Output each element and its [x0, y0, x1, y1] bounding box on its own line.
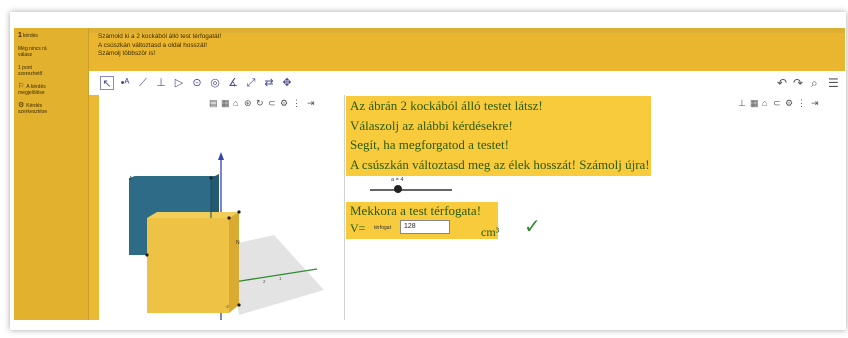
more-icon[interactable]: ⋮ [797, 98, 806, 108]
menu-icon[interactable]: ☰ [828, 76, 839, 90]
reflect-tool-icon[interactable]: ⤢ [244, 76, 258, 90]
instruction-line: Válaszolj az alábbi kérdésekre! [350, 117, 513, 133]
point-tool-icon[interactable]: •ᴬ [118, 76, 132, 90]
instruction-line: A csúszkán változtasd meg az élek hosszá… [350, 156, 650, 172]
home-icon[interactable]: ⌂ [762, 98, 767, 108]
cube-scene: J N 2 1 -2 [129, 152, 324, 320]
instruction-box: Az ábrán 2 kockából álló testet látsz! V… [346, 96, 651, 176]
z-axis-arrow [218, 152, 224, 160]
perpendicular-tool-icon[interactable]: ⊥ [154, 76, 168, 90]
yellow-cube-top [147, 212, 239, 218]
axes-icon[interactable]: ⊥ [738, 98, 746, 108]
question-text: Mekkora a test térfogata! [350, 203, 482, 218]
unit-label: cm³ [481, 225, 500, 239]
projection-icon[interactable]: ⊂ [773, 98, 781, 108]
sidebar-item-label: pont szerezhető [18, 65, 43, 77]
move-tool-icon[interactable]: ↖ [100, 76, 114, 90]
axis-tick-label: -2 [225, 304, 229, 309]
yellow-cube-side [229, 212, 239, 313]
vertex-point [227, 216, 231, 220]
sidebar-item-answer-status: Még nincs rá válasz [18, 46, 52, 58]
grid-icon[interactable]: ▦ [750, 98, 759, 108]
sidebar-item-flag[interactable]: ⚐ A kérdés megjelölése [18, 83, 58, 96]
point-label-n: N [236, 240, 240, 246]
side-gutter [89, 95, 99, 320]
question-box: Mekkora a test térfogata! V= térfogat 12… [346, 202, 498, 239]
search-icon[interactable]: ⌕ [811, 76, 818, 90]
undo-icon[interactable]: ↶ [777, 76, 787, 90]
volume-label: V= [350, 221, 366, 235]
vertex-point [237, 303, 241, 307]
slider-track[interactable] [370, 189, 452, 191]
sidebar-item-label: Még nincs rá válasz [18, 46, 47, 58]
sidebar-item-points: 1 pont szerezhető [18, 65, 52, 77]
graphics-3d-view[interactable]: ▤ ▦ ⌂ ⊛ ↻ ⊂ ⚙ ⋮ ⇥ J N 2 1 -2 [99, 95, 345, 320]
line-tool-icon[interactable]: ⟋ [136, 76, 150, 90]
task-line: A csúszkán változtasd a oldal hosszát! [98, 41, 208, 49]
vertex-point [145, 253, 149, 257]
vertex-point [237, 210, 241, 214]
instruction-line: Segít, ha megforgatod a testet! [350, 137, 509, 152]
checkmark-icon: ✓ [524, 216, 541, 238]
task-line: Számolj többször is! [98, 50, 156, 57]
polygon-tool-icon[interactable]: ▷ [172, 76, 186, 90]
slider-tool-icon[interactable]: ⇄ [262, 76, 276, 90]
question-sidebar: 1kérdés Még nincs rá válasz 1 pont szere… [14, 28, 89, 320]
sphere-tool-icon[interactable]: ◎ [208, 76, 222, 90]
angle-tool-icon[interactable]: ∡ [226, 76, 240, 90]
settings-icon[interactable]: ⚙ [785, 98, 793, 108]
question-number: 1 [18, 32, 22, 39]
sidebar-item-label: kérdés [22, 33, 38, 39]
algebra-view: Az ábrán 2 kockából álló testet látsz! V… [345, 95, 845, 320]
style-bar-toggle-icon[interactable]: ⇥ [811, 98, 819, 108]
move-view-tool-icon[interactable]: ✥ [280, 76, 294, 90]
volume-input[interactable]: 128 [400, 220, 450, 234]
circle-tool-icon[interactable]: ⊙ [190, 76, 204, 90]
geogebra-toolbar: ↖ •ᴬ ⟋ ⊥ ▷ ⊙ ◎ ∡ ⤢ ⇄ ✥ ↶ ↷ ⌕ ☰ [89, 71, 845, 96]
instruction-line: Az ábrán 2 kockából álló testet látsz! [350, 98, 543, 113]
slider-handle[interactable] [394, 185, 402, 193]
task-line: Számold ki a 2 kockából álló test térfog… [98, 33, 222, 40]
sidebar-item-edit[interactable]: ⚙ Kérdés szerkesztése [18, 102, 58, 115]
vertex-point [209, 176, 213, 180]
yellow-cube-front [147, 218, 229, 313]
input-caption: térfogat [374, 225, 391, 231]
redo-icon[interactable]: ↷ [793, 76, 803, 90]
blue-cube-top [129, 176, 217, 178]
slider-label: a = 4 [391, 177, 404, 183]
task-description: Számold ki a 2 kockából álló test térfog… [89, 33, 845, 71]
